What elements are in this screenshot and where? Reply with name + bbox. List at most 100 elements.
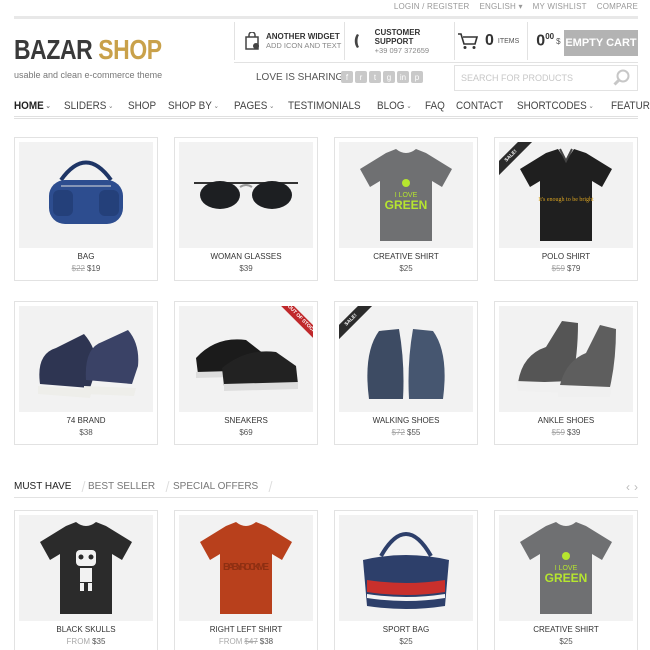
nav-faq[interactable]: FAQ bbox=[425, 100, 459, 112]
ribbon-text: SALE! bbox=[499, 142, 535, 178]
product-name[interactable]: SPORT BAG bbox=[335, 625, 477, 634]
product-card[interactable]: BLACK SKULLS FROM $35 bbox=[14, 510, 158, 650]
empty-cart-button[interactable]: EMPTY CART bbox=[564, 30, 638, 56]
nav-home[interactable]: HOME ⌄ bbox=[14, 100, 65, 112]
top-bar: LOGIN / REGISTER ENGLISH ▾ MY WISHLIST C… bbox=[0, 0, 650, 14]
old-price: $22 bbox=[71, 264, 85, 273]
linkedin-icon[interactable]: in bbox=[397, 71, 409, 83]
product-card[interactable]: I LOVE GREEN CREATIVE SHIRT $25 bbox=[494, 510, 638, 650]
nav-shop[interactable]: SHOP bbox=[128, 100, 170, 112]
cart-widget[interactable]: 0 ITEMS 000 $ EMPTY CART bbox=[454, 22, 638, 60]
product-image-right-left-shirt[interactable]: BABY ROCK ME bbox=[179, 515, 313, 621]
product-image-bag[interactable] bbox=[19, 142, 153, 248]
product-card[interactable]: OUT OF STOCK SNEAKERS $69 bbox=[174, 301, 318, 445]
product-name[interactable]: 74 BRAND bbox=[15, 416, 157, 425]
nav-label: FAQ bbox=[424, 99, 445, 112]
current-price: $69 bbox=[239, 428, 253, 437]
current-price: $25 bbox=[559, 637, 573, 646]
product-grid-row2: 74 BRAND $38 OUT OF STOCK SNEAKERS $69 S… bbox=[14, 301, 639, 445]
product-name[interactable]: BLACK SKULLS bbox=[15, 625, 157, 634]
from-label: FROM bbox=[218, 637, 243, 646]
compare-link[interactable]: COMPARE bbox=[597, 2, 638, 11]
ribbon-text: OUT OF STOCK bbox=[277, 306, 313, 342]
nav-features[interactable]: FEATURES bbox=[611, 100, 650, 112]
language-selector[interactable]: ENGLISH ▾ bbox=[480, 2, 523, 11]
nav-label: FEATURES bbox=[611, 99, 650, 112]
cart-icon[interactable] bbox=[457, 32, 479, 50]
prev-arrow-icon[interactable]: ‹ bbox=[626, 480, 630, 494]
facebook-icon[interactable]: f bbox=[341, 71, 353, 83]
product-card[interactable]: ANKLE SHOES $59 $39 bbox=[494, 301, 638, 445]
product-card[interactable]: SALE! It's enough to be bright POLO SHIR… bbox=[494, 137, 638, 281]
product-grid-row1: BAG $22 $19 WOMAN GLASSES $39 I LOVE GREEN… bbox=[14, 137, 639, 281]
product-image-creative-shirt[interactable]: I LOVE GREEN bbox=[339, 142, 473, 248]
logo[interactable]: BAZAR SHOP bbox=[14, 34, 162, 66]
header-row2: LOVE IS SHARING f r t g in p bbox=[234, 62, 638, 92]
rss-icon[interactable]: r bbox=[355, 71, 367, 83]
product-image-black-skulls[interactable] bbox=[19, 515, 153, 621]
product-image-ankle-shoes[interactable] bbox=[499, 306, 633, 412]
product-name[interactable]: POLO SHIRT bbox=[495, 252, 637, 261]
search-icon[interactable] bbox=[613, 69, 631, 87]
phone-icon bbox=[354, 32, 369, 50]
twitter-icon[interactable]: t bbox=[369, 71, 381, 83]
chevron-down-icon: ⌄ bbox=[45, 102, 51, 110]
wishlist-link[interactable]: MY WISHLIST bbox=[533, 2, 587, 11]
product-image-glasses[interactable] bbox=[179, 142, 313, 248]
product-card[interactable]: WOMAN GLASSES $39 bbox=[174, 137, 318, 281]
current-price: $19 bbox=[87, 264, 101, 273]
login-register-link[interactable]: LOGIN / REGISTER bbox=[394, 2, 470, 11]
product-name[interactable]: BAG bbox=[15, 252, 157, 261]
google-icon[interactable]: g bbox=[383, 71, 395, 83]
product-card[interactable]: BABY ROCK ME RIGHT LEFT SHIRT FROM $47 $38 bbox=[174, 510, 318, 650]
product-card[interactable]: SALE! WALKING SHOES $72 $55 bbox=[334, 301, 478, 445]
tab-best-seller[interactable]: BEST SELLER bbox=[86, 481, 170, 492]
chevron-down-icon: ⌄ bbox=[588, 102, 594, 110]
search-input[interactable] bbox=[455, 66, 605, 90]
product-price: $25 bbox=[495, 637, 637, 646]
product-name[interactable]: ANKLE SHOES bbox=[495, 416, 637, 425]
product-price: $38 bbox=[15, 428, 157, 437]
product-name[interactable]: RIGHT LEFT SHIRT bbox=[175, 625, 317, 634]
product-image-sport-bag[interactable] bbox=[339, 515, 473, 621]
old-price: $47 bbox=[244, 637, 258, 646]
nav-contact[interactable]: CONTACT bbox=[456, 100, 518, 112]
nav-testimonials[interactable]: TESTIMONIALS bbox=[288, 100, 375, 112]
tab-must-have[interactable]: MUST HAVE bbox=[12, 481, 86, 492]
product-price: $22 $19 bbox=[15, 264, 157, 273]
product-card[interactable]: BAG $22 $19 bbox=[14, 137, 158, 281]
product-name[interactable]: CREATIVE SHIRT bbox=[335, 252, 477, 261]
from-label: FROM bbox=[66, 637, 91, 646]
product-card[interactable]: 74 BRAND $38 bbox=[14, 301, 158, 445]
product-image-creative-shirt[interactable]: I LOVE GREEN bbox=[499, 515, 633, 621]
product-price: $59 $79 bbox=[495, 264, 637, 273]
chevron-down-icon: ⌄ bbox=[213, 102, 219, 110]
product-name[interactable]: CREATIVE SHIRT bbox=[495, 625, 637, 634]
product-price: $69 bbox=[175, 428, 317, 437]
cart-count: 0 bbox=[485, 32, 494, 49]
product-name[interactable]: WALKING SHOES bbox=[335, 416, 477, 425]
widget-subtitle: ADD ICON AND TEXT bbox=[266, 41, 342, 50]
sale-ribbon: SALE! bbox=[499, 142, 535, 178]
product-price: $39 bbox=[175, 264, 317, 273]
product-price: $25 bbox=[335, 264, 477, 273]
pinterest-icon[interactable]: p bbox=[411, 71, 423, 83]
nav-shortcodes[interactable]: SHORTCODES ⌄ bbox=[517, 100, 608, 112]
product-card[interactable]: I LOVE GREEN CREATIVE SHIRT $25 bbox=[334, 137, 478, 281]
next-arrow-icon[interactable]: › bbox=[634, 480, 638, 494]
old-price: $59 bbox=[551, 428, 565, 437]
product-name[interactable]: WOMAN GLASSES bbox=[175, 252, 317, 261]
product-card[interactable]: SPORT BAG $25 bbox=[334, 510, 478, 650]
nav-shop-by[interactable]: SHOP BY ⌄ bbox=[168, 100, 233, 112]
polo-print: It's enough to be bright bbox=[538, 197, 594, 203]
product-image-74-brand[interactable] bbox=[19, 306, 153, 412]
product-name[interactable]: SNEAKERS bbox=[175, 416, 317, 425]
chevron-down-icon: ⌄ bbox=[268, 102, 275, 110]
nav-label: BLOG bbox=[377, 99, 405, 112]
nav-blog[interactable]: BLOG ⌄ bbox=[377, 100, 426, 112]
nav-pages[interactable]: PAGES ⌄ bbox=[234, 100, 289, 112]
product-price: FROM $47 $38 bbox=[175, 637, 317, 646]
nav-label: CONTACT bbox=[455, 99, 503, 112]
tab-special-offers[interactable]: SPECIAL OFFERS bbox=[171, 481, 273, 492]
nav-sliders[interactable]: SLIDERS ⌄ bbox=[64, 100, 128, 112]
